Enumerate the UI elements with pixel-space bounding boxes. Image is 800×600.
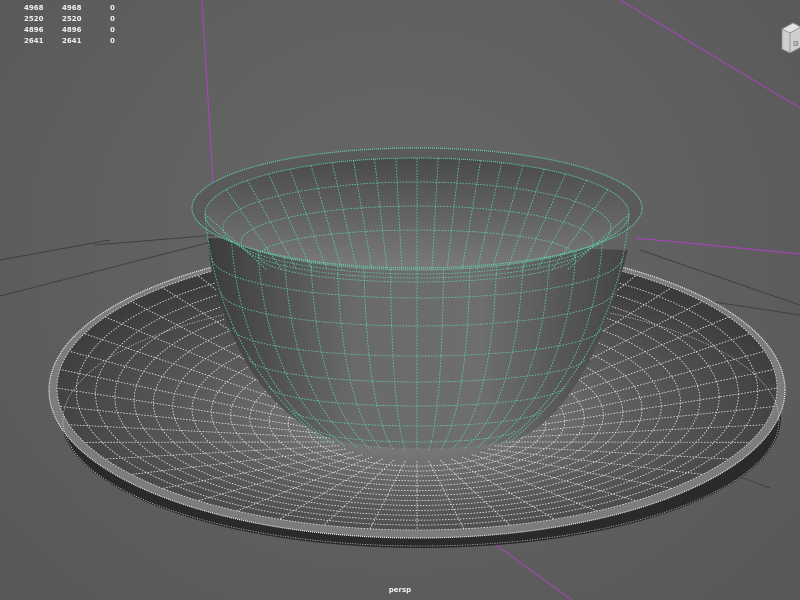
hud-value: 0 (110, 37, 115, 45)
camera-name-label: persp (388, 586, 412, 594)
hud-value: 2641 (24, 37, 44, 45)
hud-value: 2641 (62, 37, 82, 45)
axis-line (201, 0, 215, 199)
view-cube-icon[interactable]: ▥ (779, 17, 800, 54)
hud-value: 0 (110, 4, 115, 12)
svg-text:▥: ▥ (793, 40, 799, 47)
scene-canvas[interactable] (0, 0, 800, 600)
viewport-persp[interactable]: 2452 2452 0 4968 4968 0 2520 2520 0 4896… (0, 0, 800, 600)
hud-value: 4896 (62, 26, 82, 34)
hud-value: 2520 (24, 15, 44, 23)
hud-value: 4968 (62, 4, 82, 12)
hud-value: 4896 (24, 26, 44, 34)
hud-value: 0 (110, 26, 115, 34)
axis-line (619, 0, 800, 109)
axis-line (635, 237, 800, 255)
hud-value: 2520 (62, 15, 82, 23)
hud-value: 0 (110, 15, 115, 23)
grid-line (0, 239, 111, 261)
hud-value: 4968 (24, 4, 44, 12)
